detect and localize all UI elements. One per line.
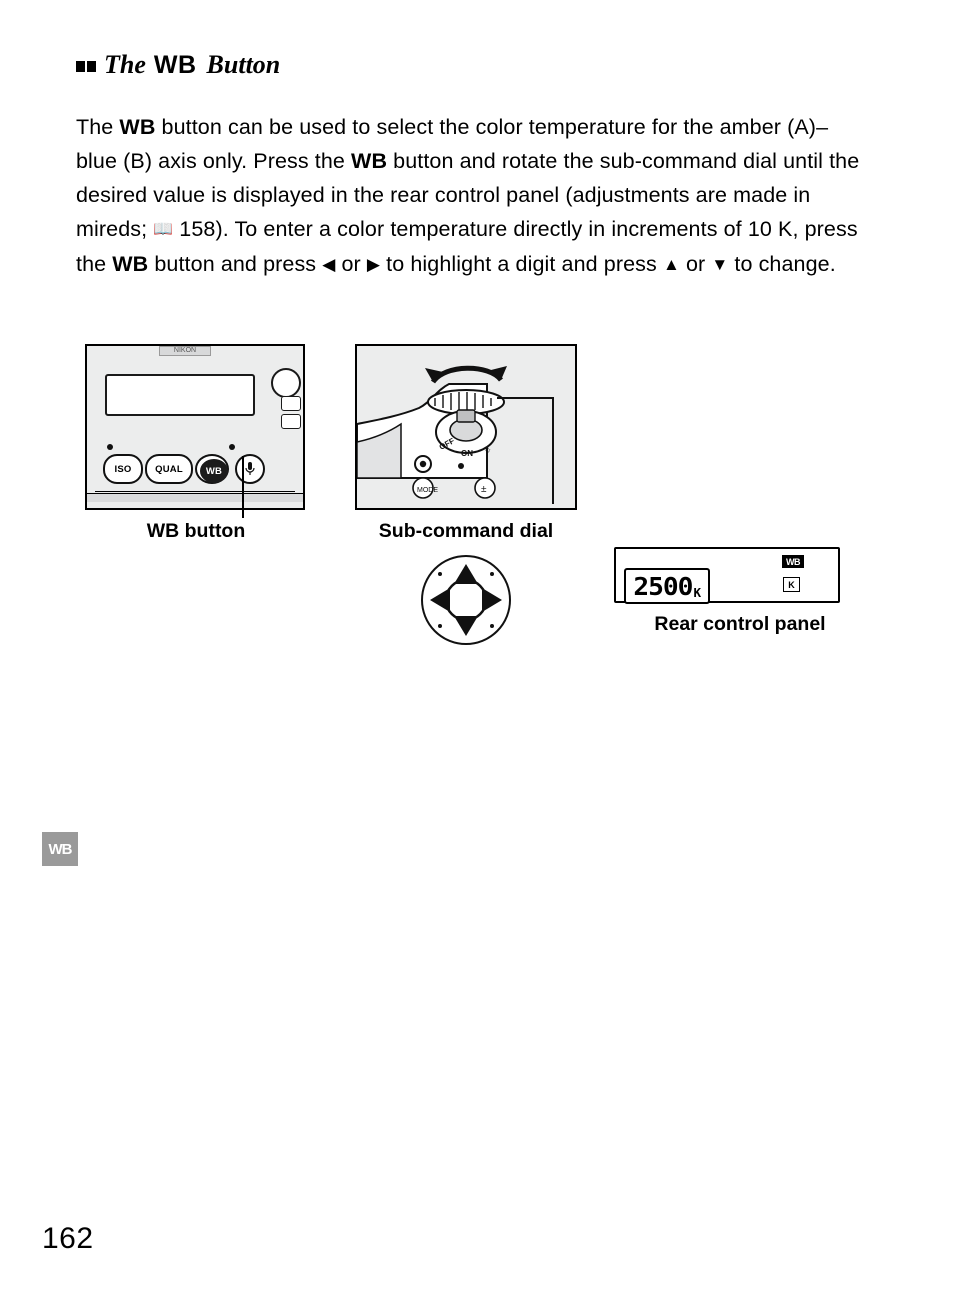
indicator-dot-right xyxy=(229,444,235,450)
page-number: 162 xyxy=(42,1222,94,1255)
caption-wb-button: WB button xyxy=(146,520,246,542)
camera-top-lcd xyxy=(105,374,255,416)
text-run-8: or xyxy=(679,251,712,276)
camera-button-qual: QUAL xyxy=(145,454,193,484)
camera-bottom-edge xyxy=(87,493,303,502)
figure-rear-control-panel: 2500K WB K xyxy=(614,547,840,604)
heading-word-button: Button xyxy=(206,50,281,79)
body-paragraph: The WB button can be used to select the … xyxy=(76,110,866,282)
arrow-left-icon: ◀ xyxy=(322,254,336,274)
camera-button-row: ISO QUAL WB xyxy=(103,442,293,484)
svg-text:±: ± xyxy=(481,484,487,495)
rear-panel-value-box: 2500K xyxy=(624,568,710,604)
rear-panel-color-temp: 2500K xyxy=(633,571,702,601)
camera-divider xyxy=(95,491,295,492)
heading-marker-icon xyxy=(76,58,98,72)
rear-panel-wb-indicator: WB xyxy=(782,555,804,568)
text-bold-wb-2: WB xyxy=(351,148,388,173)
figure-camera-top-plate: NIKON ISO QUAL WB xyxy=(85,344,305,510)
camera-brand-label: NIKON xyxy=(159,346,211,356)
rear-panel-k-indicator: K xyxy=(783,577,800,592)
caption-rear-control-panel: Rear control panel xyxy=(654,613,826,635)
svg-text:ON: ON xyxy=(461,449,473,458)
text-run-1: The xyxy=(76,114,120,139)
camera-button-wb-highlight: WB xyxy=(195,454,229,484)
multi-selector-illustration xyxy=(421,555,511,645)
book-reference-icon: 📖 xyxy=(153,220,174,238)
text-bold-wb-3: WB xyxy=(112,251,149,276)
camera-right-controls xyxy=(265,362,303,436)
text-run-6: or xyxy=(335,251,367,276)
indicator-dot-left xyxy=(107,444,113,450)
camera-button-iso: ISO xyxy=(103,454,143,484)
svg-text:MODE: MODE xyxy=(417,487,438,494)
sub-command-dial-illustration: OFF ON ☼ MODE ± xyxy=(357,365,554,504)
camera-mode-dial-icon xyxy=(271,368,301,398)
figure-sub-command-dial: OFF ON ☼ MODE ± xyxy=(355,344,577,510)
callout-line-wb-button xyxy=(242,456,244,518)
camera-button-movie xyxy=(281,414,301,429)
heading-word-wb: WB xyxy=(153,50,197,79)
text-run-9: to change. xyxy=(728,251,836,276)
text-run-5: button and press xyxy=(148,251,323,276)
text-run-7: to highlight a digit and press xyxy=(380,251,663,276)
arrow-down-icon: ▼ xyxy=(711,254,729,274)
camera-button-wb: WB xyxy=(200,459,228,483)
figure-multi-selector xyxy=(418,552,514,648)
text-bold-wb-1: WB xyxy=(119,114,156,139)
camera-button-mic xyxy=(235,454,265,484)
section-heading: The WB Button xyxy=(76,50,280,80)
heading-word-the: The xyxy=(104,50,146,79)
side-tab-wb: WB xyxy=(42,832,78,866)
microphone-icon xyxy=(245,462,255,475)
arrow-right-icon: ▶ xyxy=(366,254,381,274)
camera-button-live-view xyxy=(281,396,301,411)
arrow-up-icon: ▲ xyxy=(662,254,680,274)
page-reference: 158 xyxy=(179,216,216,241)
caption-sub-command-dial: Sub-command dial xyxy=(378,520,554,542)
